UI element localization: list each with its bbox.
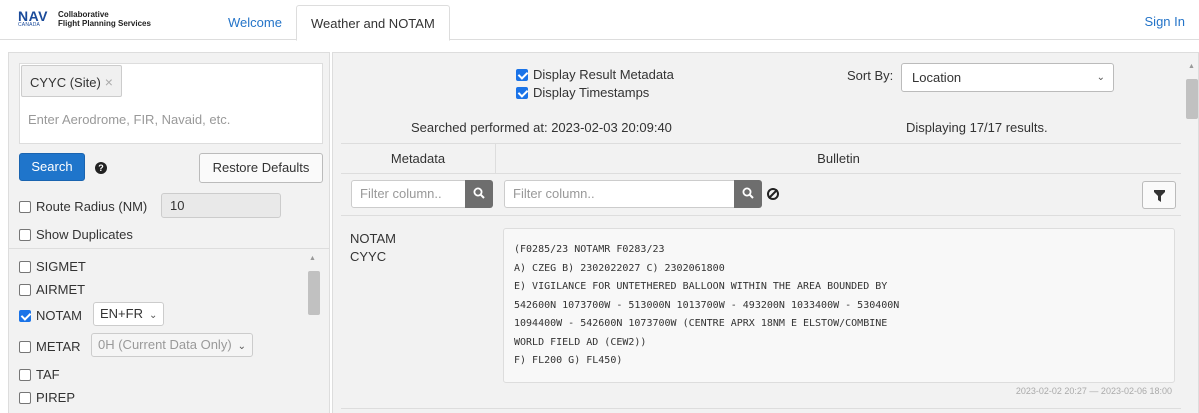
taf-checkbox[interactable]	[19, 368, 31, 381]
result-location: CYYC	[350, 249, 387, 264]
show-duplicates-checkbox[interactable]	[19, 228, 31, 241]
result-count: Displaying 17/17 results.	[906, 120, 1048, 135]
sigmet-label: SIGMET	[36, 259, 86, 274]
clear-filter-icon[interactable]	[767, 188, 779, 200]
display-timestamps-option[interactable]: Display Timestamps	[516, 85, 649, 100]
pirep-checkbox[interactable]	[19, 391, 31, 404]
logo-nav-text: NAV	[18, 8, 49, 24]
chevron-down-icon: ⌄	[237, 341, 247, 352]
route-radius-input[interactable]: 10	[161, 193, 281, 218]
route-radius-option[interactable]: Route Radius (NM)	[19, 199, 147, 214]
display-metadata-label: Display Result Metadata	[533, 67, 674, 82]
results-scrollbar[interactable]: ▲	[1185, 63, 1199, 413]
column-header-metadata[interactable]: Metadata	[341, 143, 496, 174]
funnel-icon	[1154, 190, 1165, 202]
list-scrollbar[interactable]: ▲	[307, 255, 320, 413]
nav-canada-logo[interactable]: NAV CANADA Collaborative Flight Planning…	[18, 8, 151, 29]
route-radius-checkbox[interactable]	[19, 200, 31, 213]
chevron-down-icon: ⌄	[1096, 72, 1105, 83]
tab-weather-and-notam[interactable]: Weather and NOTAM	[296, 5, 450, 41]
search-button[interactable]: Search	[19, 153, 85, 181]
location-chip: CYYC (Site) ×	[21, 65, 122, 97]
search-panel: CYYC (Site) × Enter Aerodrome, FIR, Navai…	[8, 52, 330, 413]
display-metadata-checkbox[interactable]	[516, 68, 528, 81]
chevron-down-icon: ⌄	[148, 310, 158, 321]
metadata-filter-input[interactable]: Filter column..	[351, 180, 467, 208]
result-type: NOTAM	[350, 231, 396, 246]
logo-line2: Flight Planning Services	[58, 19, 151, 28]
notam-language-value: EN+FR	[100, 306, 143, 321]
notam-language-select[interactable]: EN+FR ⌄	[93, 302, 165, 326]
divider	[341, 408, 1181, 409]
filter-row: Filter column.. Filter column..	[341, 174, 1181, 216]
list-scrollbar-thumb[interactable]	[308, 271, 320, 315]
metadata-filter-search-button[interactable]	[465, 180, 493, 208]
report-type-airmet[interactable]: AIRMET	[19, 282, 85, 297]
show-duplicates-label: Show Duplicates	[36, 227, 133, 242]
search-icon	[742, 187, 754, 199]
tab-welcome[interactable]: Welcome	[214, 5, 296, 41]
show-duplicates-option[interactable]: Show Duplicates	[19, 227, 133, 242]
top-nav: NAV CANADA Collaborative Flight Planning…	[0, 0, 1199, 41]
filter-toggle-button[interactable]	[1142, 181, 1176, 209]
sort-by-value: Location	[912, 70, 962, 85]
results-scrollbar-thumb[interactable]	[1186, 79, 1198, 119]
sign-in-link[interactable]: Sign In	[1145, 14, 1185, 29]
scroll-up-icon[interactable]: ▲	[309, 255, 316, 262]
bulletin-validity-timestamp: 2023-02-02 20:27 — 2023-02-06 18:00	[1015, 386, 1172, 396]
location-chip-label: CYYC (Site)	[30, 75, 101, 90]
scroll-up-icon[interactable]: ▲	[1188, 63, 1195, 70]
airmet-label: AIRMET	[36, 282, 86, 297]
results-panel: Display Result Metadata Display Timestam…	[332, 52, 1199, 413]
result-metadata: NOTAM CYYC	[350, 230, 396, 266]
metar-checkbox[interactable]	[19, 340, 31, 353]
help-icon[interactable]: ?	[95, 162, 107, 174]
sort-by-label: Sort By:	[847, 68, 894, 83]
bulletin-text: (F0285/23 NOTAMR F0283/23 A) CZEG B) 230…	[503, 228, 1175, 383]
report-type-list: SIGMET AIRMET NOTAM EN+FR ⌄ METAR 0H (Cur…	[9, 249, 329, 413]
taf-label: TAF	[36, 367, 60, 382]
display-metadata-option[interactable]: Display Result Metadata	[516, 67, 674, 82]
search-icon	[473, 187, 485, 199]
metar-label: METAR	[36, 339, 81, 354]
report-type-notam[interactable]: NOTAM	[19, 308, 82, 323]
location-search-box[interactable]: CYYC (Site) × Enter Aerodrome, FIR, Navai…	[19, 63, 323, 144]
sigmet-checkbox[interactable]	[19, 260, 31, 273]
airmet-checkbox[interactable]	[19, 283, 31, 296]
bulletin-filter-search-button[interactable]	[734, 180, 762, 208]
display-timestamps-label: Display Timestamps	[533, 85, 650, 100]
report-type-metar[interactable]: METAR	[19, 339, 81, 354]
pirep-label: PIREP	[36, 390, 76, 405]
search-timestamp: Searched performed at: 2023-02-03 20:09:…	[411, 120, 672, 135]
notam-checkbox[interactable]	[19, 309, 31, 322]
display-timestamps-checkbox[interactable]	[516, 86, 528, 99]
report-type-taf[interactable]: TAF	[19, 367, 60, 382]
metar-period-value: 0H (Current Data Only)	[98, 337, 232, 352]
column-header-bulletin[interactable]: Bulletin	[496, 143, 1181, 174]
route-radius-label: Route Radius (NM)	[36, 199, 148, 214]
close-icon[interactable]: ×	[105, 74, 113, 90]
logo-line1: Collaborative	[58, 10, 109, 19]
metar-period-select[interactable]: 0H (Current Data Only) ⌄	[91, 333, 254, 357]
bulletin-filter-input[interactable]: Filter column..	[504, 180, 740, 208]
report-type-sigmet[interactable]: SIGMET	[19, 259, 86, 274]
search-input[interactable]: Enter Aerodrome, FIR, Navaid, etc.	[28, 112, 230, 127]
notam-label: NOTAM	[36, 308, 82, 323]
report-type-pirep[interactable]: PIREP	[19, 390, 75, 405]
restore-defaults-button[interactable]: Restore Defaults	[199, 153, 323, 183]
sort-by-select[interactable]: Location ⌄	[901, 63, 1114, 92]
